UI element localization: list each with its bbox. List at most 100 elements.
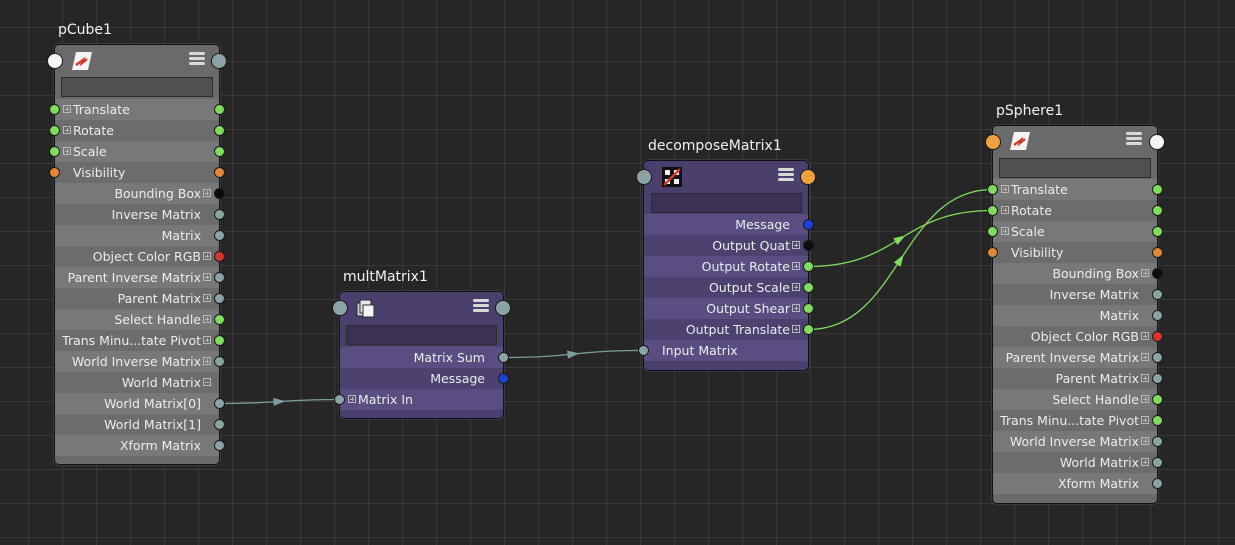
- expand-plus-icon[interactable]: [203, 294, 211, 302]
- visibility-out-port[interactable]: [214, 167, 225, 178]
- node-pcube1[interactable]: Translate Rotate Scale Visibility Bounding B…: [47, 44, 227, 465]
- attribute-row-parent-matrix[interactable]: Parent Matrix: [55, 288, 219, 309]
- attribute-row-matrix[interactable]: Matrix: [55, 225, 219, 246]
- pcube1-input-port[interactable]: [47, 53, 63, 69]
- expand-plus-icon[interactable]: [1141, 437, 1149, 445]
- attribute-row-trans-minu-tate-pivot[interactable]: Trans Minu...tate Pivot: [55, 330, 219, 351]
- collapse-minus-icon[interactable]: [203, 378, 211, 386]
- attribute-row-translate[interactable]: Translate: [55, 99, 219, 120]
- attribute-row-select-handle[interactable]: Select Handle: [993, 389, 1157, 410]
- visibility-out-port[interactable]: [1152, 247, 1163, 258]
- expand-plus-icon[interactable]: [1001, 185, 1009, 193]
- output-quat-out-port[interactable]: [803, 240, 814, 251]
- attribute-row-visibility[interactable]: Visibility: [993, 242, 1157, 263]
- expand-plus-icon[interactable]: [203, 336, 211, 344]
- expand-plus-icon[interactable]: [203, 189, 211, 197]
- multmatrix1-input-port[interactable]: [332, 300, 348, 316]
- output-shear-out-port[interactable]: [803, 303, 814, 314]
- attribute-row-output-rotate[interactable]: Output Rotate: [644, 256, 808, 277]
- attribute-row-inverse-matrix[interactable]: Inverse Matrix: [993, 284, 1157, 305]
- matrix-out-port[interactable]: [214, 230, 225, 241]
- parent-inverse-matrix-out-port[interactable]: [1152, 352, 1163, 363]
- output-scale-out-port[interactable]: [803, 282, 814, 293]
- attribute-row-output-quat[interactable]: Output Quat: [644, 235, 808, 256]
- decomposematrix1-input-port[interactable]: [636, 169, 652, 185]
- attribute-row-xform-matrix[interactable]: Xform Matrix: [55, 435, 219, 456]
- attribute-row-translate[interactable]: Translate: [993, 179, 1157, 200]
- expand-plus-icon[interactable]: [203, 357, 211, 365]
- rotate-out-port[interactable]: [1152, 205, 1163, 216]
- psphere1-name-field[interactable]: [999, 158, 1151, 178]
- expand-plus-icon[interactable]: [792, 241, 800, 249]
- attribute-row-world-matrix[interactable]: World Matrix: [993, 452, 1157, 473]
- expand-plus-icon[interactable]: [1141, 458, 1149, 466]
- attribute-row-parent-matrix[interactable]: Parent Matrix: [993, 368, 1157, 389]
- attribute-row-message[interactable]: Message: [644, 214, 808, 235]
- attribute-row-matrix[interactable]: Matrix: [993, 305, 1157, 326]
- input-matrix-in-port[interactable]: [638, 345, 649, 356]
- expand-plus-icon[interactable]: [1141, 395, 1149, 403]
- world-inverse-matrix-out-port[interactable]: [214, 356, 225, 367]
- pcube1-output-port[interactable]: [211, 53, 227, 69]
- attribute-row-object-color-rgb[interactable]: Object Color RGB: [993, 326, 1157, 347]
- expand-plus-icon[interactable]: [63, 126, 71, 134]
- attribute-row-matrix-in[interactable]: Matrix In: [340, 389, 503, 410]
- scale-in-port[interactable]: [987, 226, 998, 237]
- attribute-row-output-translate[interactable]: Output Translate: [644, 319, 808, 340]
- attribute-row-parent-inverse-matrix[interactable]: Parent Inverse Matrix: [993, 347, 1157, 368]
- world-matrix-out-port[interactable]: [1152, 457, 1163, 468]
- attribute-row-select-handle[interactable]: Select Handle: [55, 309, 219, 330]
- trans-minu-tate-pivot-out-port[interactable]: [1152, 415, 1163, 426]
- node-menu-icon[interactable]: [778, 168, 794, 182]
- attribute-row-world-matrix[interactable]: World Matrix: [55, 372, 219, 393]
- node-menu-icon[interactable]: [1126, 132, 1142, 146]
- rotate-in-port[interactable]: [49, 125, 60, 136]
- message-out-port[interactable]: [498, 373, 509, 384]
- attribute-row-parent-inverse-matrix[interactable]: Parent Inverse Matrix: [55, 267, 219, 288]
- attribute-row-matrix-sum[interactable]: Matrix Sum: [340, 347, 503, 368]
- attribute-row-world-inverse-matrix[interactable]: World Inverse Matrix: [55, 351, 219, 372]
- bounding-box-out-port[interactable]: [1152, 268, 1163, 279]
- attribute-row-trans-minu-tate-pivot[interactable]: Trans Minu...tate Pivot: [993, 410, 1157, 431]
- rotate-in-port[interactable]: [987, 205, 998, 216]
- trans-minu-tate-pivot-out-port[interactable]: [214, 335, 225, 346]
- expand-plus-icon[interactable]: [63, 147, 71, 155]
- select-handle-out-port[interactable]: [214, 314, 225, 325]
- scale-out-port[interactable]: [1152, 226, 1163, 237]
- expand-plus-icon[interactable]: [203, 273, 211, 281]
- expand-plus-icon[interactable]: [792, 283, 800, 291]
- decomposematrix1-name-field[interactable]: [651, 193, 802, 213]
- attribute-row-scale[interactable]: Scale: [993, 221, 1157, 242]
- world-inverse-matrix-out-port[interactable]: [1152, 436, 1163, 447]
- node-decomposematrix1[interactable]: Message Output Quat Output Rotate Output Sc…: [636, 160, 816, 371]
- attribute-row-world-matrix-1[interactable]: World Matrix[1]: [55, 414, 219, 435]
- expand-plus-icon[interactable]: [203, 252, 211, 260]
- attribute-row-world-inverse-matrix[interactable]: World Inverse Matrix: [993, 431, 1157, 452]
- scale-in-port[interactable]: [49, 146, 60, 157]
- expand-plus-icon[interactable]: [1141, 374, 1149, 382]
- expand-plus-icon[interactable]: [1001, 206, 1009, 214]
- attribute-row-world-matrix-0[interactable]: World Matrix[0]: [55, 393, 219, 414]
- inverse-matrix-out-port[interactable]: [214, 209, 225, 220]
- bounding-box-out-port[interactable]: [214, 188, 225, 199]
- translate-out-port[interactable]: [214, 104, 225, 115]
- expand-plus-icon[interactable]: [1141, 332, 1149, 340]
- expand-plus-icon[interactable]: [203, 315, 211, 323]
- matrix-in-in-port[interactable]: [334, 394, 345, 405]
- expand-plus-icon[interactable]: [792, 304, 800, 312]
- attribute-row-scale[interactable]: Scale: [55, 141, 219, 162]
- expand-plus-icon[interactable]: [348, 395, 356, 403]
- translate-in-port[interactable]: [987, 184, 998, 195]
- matrix-sum-out-port[interactable]: [498, 352, 509, 363]
- select-handle-out-port[interactable]: [1152, 394, 1163, 405]
- node-menu-icon[interactable]: [473, 299, 489, 313]
- parent-matrix-out-port[interactable]: [1152, 373, 1163, 384]
- pcube1-name-field[interactable]: [61, 77, 213, 97]
- output-translate-out-port[interactable]: [803, 324, 814, 335]
- attribute-row-input-matrix[interactable]: Input Matrix: [644, 340, 808, 361]
- output-rotate-out-port[interactable]: [803, 261, 814, 272]
- xform-matrix-out-port[interactable]: [214, 440, 225, 451]
- node-multmatrix1[interactable]: Matrix Sum Message Matrix In: [332, 291, 511, 419]
- decomposematrix1-output-port[interactable]: [800, 169, 816, 185]
- rotate-out-port[interactable]: [214, 125, 225, 136]
